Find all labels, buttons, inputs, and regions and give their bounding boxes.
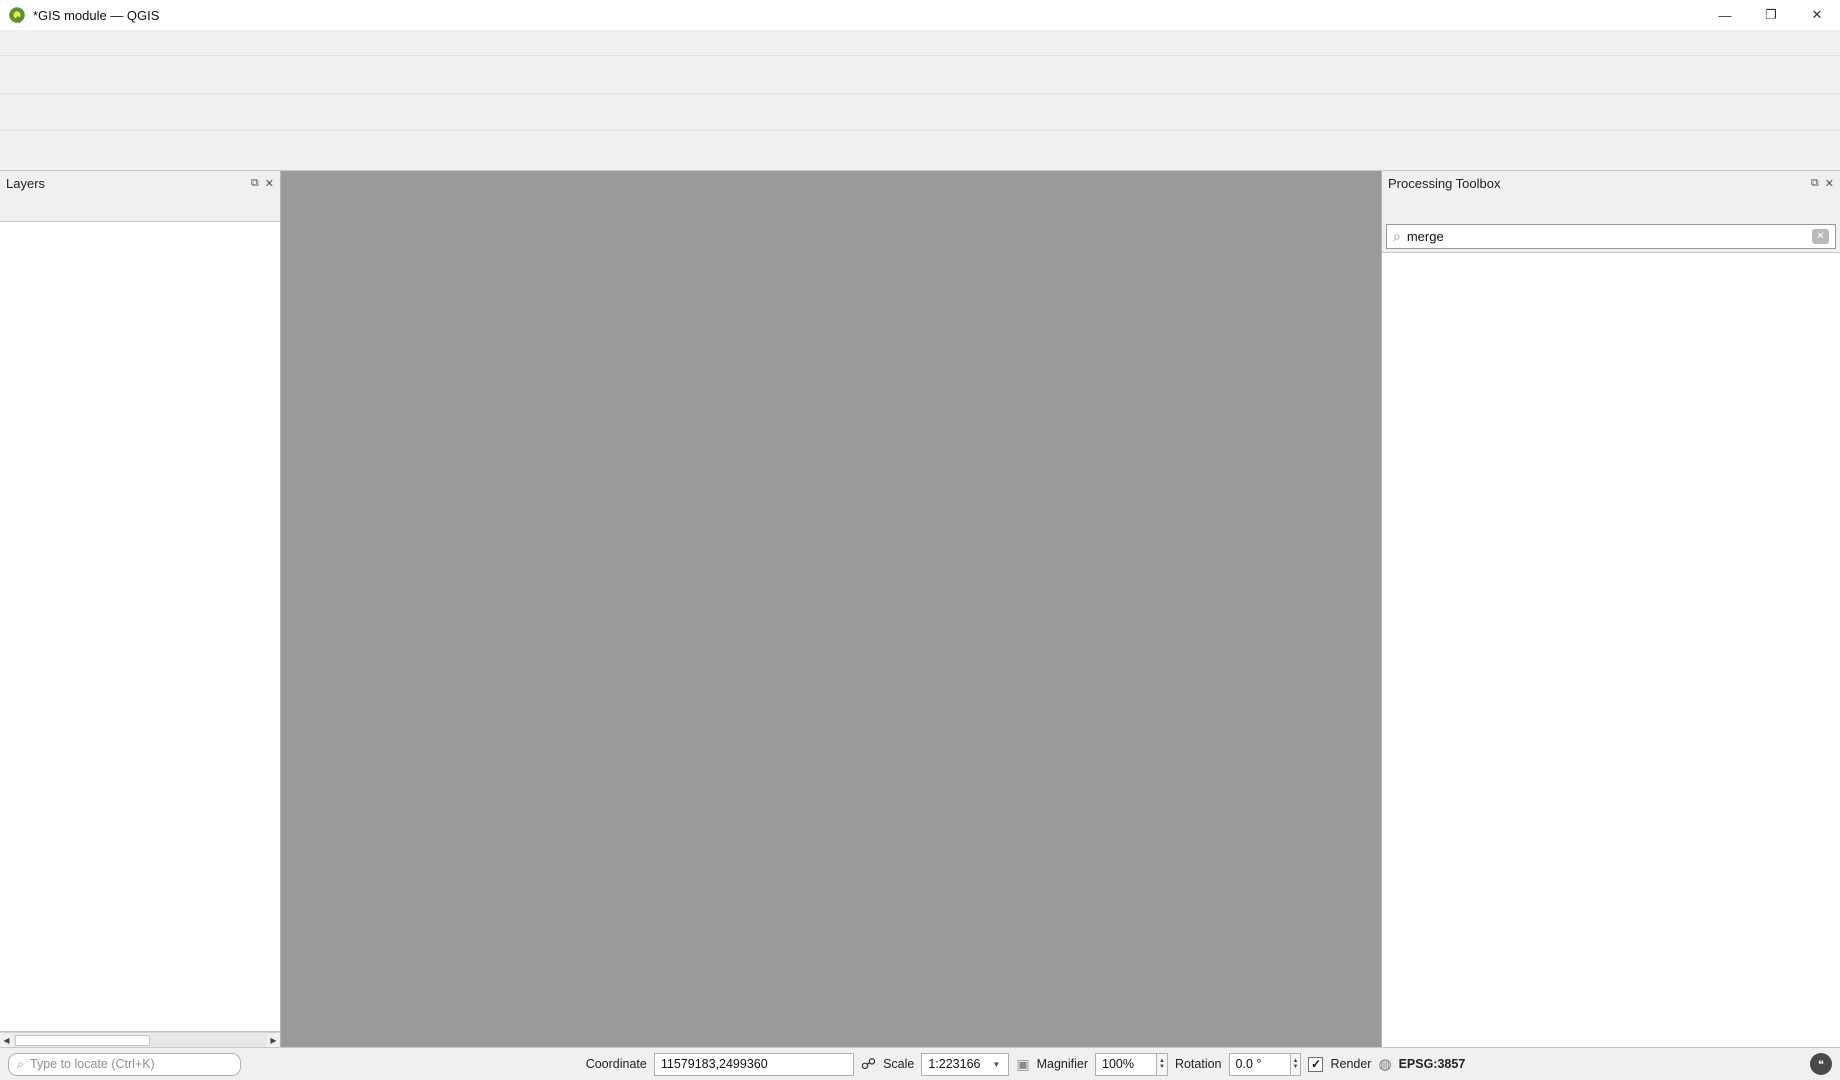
toolbar-selection [0,130,1840,170]
qgis-logo-icon [8,6,26,24]
rotation-label: Rotation [1175,1057,1222,1071]
processing-search-box[interactable]: ⌕ merge ✕ [1386,224,1836,249]
processing-panel-title: Processing Toolbox [1388,176,1501,191]
rotation-stepper[interactable]: ▲▼ [1291,1053,1302,1076]
magnifier-input[interactable]: 100% [1095,1053,1157,1076]
search-icon: ⌕ [17,1057,24,1072]
messages-icon[interactable]: ❝ [1810,1053,1832,1075]
scale-label: Scale [883,1057,914,1071]
scrollbar-thumb[interactable] [15,1035,150,1046]
status-bar: ⌕ Type to locate (Ctrl+K) Coordinate 115… [0,1047,1840,1080]
scale-combo[interactable]: 1:223166▼ [921,1053,1009,1076]
close-panel-icon[interactable]: ✕ [1825,177,1834,190]
close-button[interactable]: ✕ [1794,0,1840,30]
window-title: *GIS module — QGIS [33,8,159,23]
title-bar: *GIS module — QGIS — ❐ ✕ [0,0,1840,30]
render-label: Render [1330,1057,1371,1071]
lock-scale-icon[interactable]: ▣ [1016,1056,1029,1073]
search-input[interactable]: merge [1407,229,1806,244]
rotation-input[interactable]: 0.0 ° [1229,1053,1291,1076]
locator-placeholder: Type to locate (Ctrl+K) [30,1057,155,1071]
close-panel-icon[interactable]: ✕ [265,177,274,190]
layers-panel: Layers ⧉ ✕ ◀ ▶ [0,171,281,1047]
menu-bar [0,30,1840,56]
float-panel-icon[interactable]: ⧉ [251,177,259,190]
toolbar-map-navigation [0,56,1840,93]
search-icon: ⌕ [1393,228,1401,245]
crs-indicator[interactable]: EPSG:3857 [1399,1057,1466,1071]
scroll-left-icon[interactable]: ◀ [0,1036,13,1045]
layers-panel-title: Layers [6,176,45,191]
scroll-right-icon[interactable]: ▶ [267,1036,280,1045]
coordinate-input[interactable]: 11579183,2499360 [654,1053,854,1076]
locator-search[interactable]: ⌕ Type to locate (Ctrl+K) [8,1053,241,1076]
toolbar-digitizing [0,93,1840,130]
processing-toolbox-panel: Processing Toolbox ⧉ ✕ ⌕ merge ✕ [1381,171,1840,1047]
minimize-button[interactable]: — [1702,0,1748,30]
magnifier-label: Magnifier [1037,1057,1088,1071]
float-panel-icon[interactable]: ⧉ [1811,177,1819,190]
map-canvas[interactable] [281,171,1381,1047]
clear-search-icon[interactable]: ✕ [1812,229,1829,244]
restore-button[interactable]: ❐ [1748,0,1794,30]
layers-horizontal-scrollbar[interactable]: ◀ ▶ [0,1032,280,1047]
extent-tracking-icon[interactable]: ☍ [861,1055,876,1073]
chevron-down-icon: ▼ [992,1060,1000,1069]
coordinate-label: Coordinate [586,1057,647,1071]
render-checkbox[interactable]: ✓ [1308,1057,1323,1072]
magnifier-stepper[interactable]: ▲▼ [1157,1053,1168,1076]
globe-icon: ◍ [1378,1055,1391,1073]
